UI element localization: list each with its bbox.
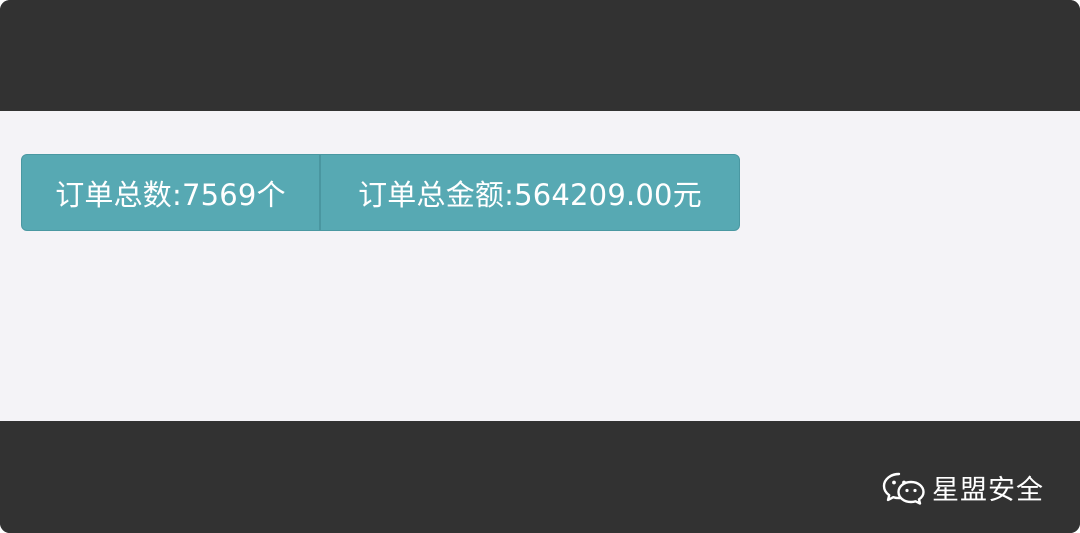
content-area: 订单总数:7569个 订单总金额:564209.00元 (0, 111, 1080, 421)
watermark-text: 星盟安全 (932, 475, 1044, 506)
order-count-button[interactable]: 订单总数:7569个 (22, 155, 321, 230)
wechat-watermark: 星盟安全 (882, 468, 1044, 507)
screenshot-frame: 订单总数:7569个 订单总金额:564209.00元 星盟安全 (0, 0, 1080, 533)
order-summary-button-group: 订单总数:7569个 订单总金额:564209.00元 (21, 154, 740, 231)
order-total-amount-button[interactable]: 订单总金额:564209.00元 (321, 155, 739, 230)
top-dark-band (0, 0, 1080, 111)
wechat-icon (882, 472, 925, 505)
bottom-dark-band: 星盟安全 (0, 421, 1080, 533)
